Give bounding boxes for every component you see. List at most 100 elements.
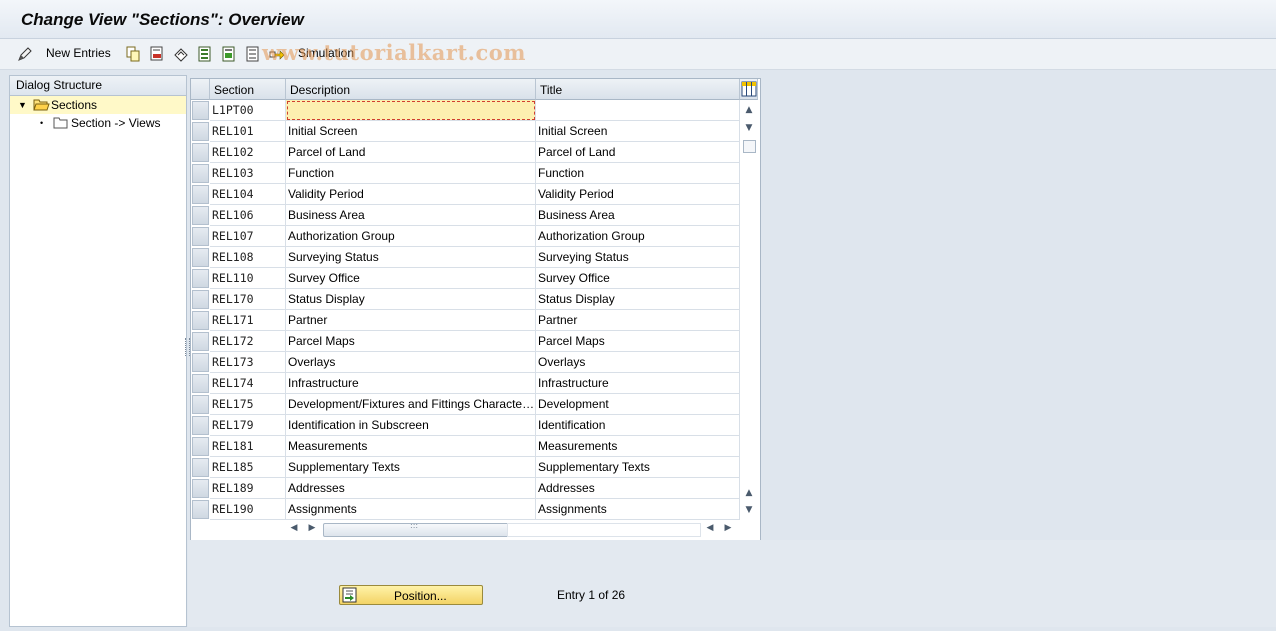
new-entries-button[interactable]: New Entries [46,46,111,60]
cell-description[interactable]: Assignments [286,499,536,520]
cell-title[interactable]: Surveying Status [536,247,740,268]
tree-bullet-icon: • [40,118,44,128]
table-row: REL106 Business Area Business Area [191,205,740,226]
row-selector[interactable] [192,290,209,309]
vertical-scrollbar[interactable]: ▲ ▼ ▲ ▼ [740,100,758,518]
table-settings-icon[interactable] [741,81,757,97]
cell-title[interactable]: Measurements [536,436,740,457]
scroll-page-down-icon[interactable]: ▼ [744,505,754,515]
horizontal-scroll-thumb[interactable]: ::: [323,521,509,537]
row-selector[interactable] [192,143,209,162]
cell-title[interactable]: Partner [536,310,740,331]
undo-icon[interactable] [173,46,189,62]
select-block-icon[interactable] [221,46,237,62]
row-selector[interactable] [192,500,209,519]
vertical-scroll-thumb[interactable] [743,140,756,153]
cell-description[interactable]: Status Display [286,289,536,310]
cell-title[interactable]: Business Area [536,205,740,226]
tree-item-section-views[interactable]: • Section -> Views [10,114,186,132]
cell-title[interactable]: Parcel Maps [536,331,740,352]
cell-section: REL171 [210,310,286,331]
cell-description[interactable]: Overlays [286,352,536,373]
cell-section: L1PT00 [210,100,286,121]
cell-description[interactable]: Infrastructure [286,373,536,394]
cell-title[interactable]: Authorization Group [536,226,740,247]
scroll-up-icon[interactable]: ▲ [744,105,754,115]
row-selector[interactable] [192,416,209,435]
row-selector[interactable] [192,479,209,498]
cell-description[interactable]: Development/Fixtures and Fittings Charac… [286,394,536,415]
cell-description[interactable]: Measurements [286,436,536,457]
cell-title[interactable] [536,100,740,121]
table-settings-header[interactable] [740,79,758,100]
cell-title[interactable]: Overlays [536,352,740,373]
cell-description[interactable]: Addresses [286,478,536,499]
cell-title[interactable]: Assignments [536,499,740,520]
cell-description[interactable]: Initial Screen [286,121,536,142]
row-selector[interactable] [192,437,209,456]
select-all-icon[interactable] [197,46,213,62]
scroll-right-icon[interactable]: ▶ [307,523,317,533]
select-all-rows-header[interactable] [191,79,210,100]
cell-section: REL172 [210,331,286,352]
row-selector[interactable] [192,164,209,183]
deselect-all-icon[interactable] [245,46,261,62]
row-selector[interactable] [192,185,209,204]
row-selector[interactable] [192,353,209,372]
cell-title[interactable]: Infrastructure [536,373,740,394]
cell-title[interactable]: Addresses [536,478,740,499]
cell-title[interactable]: Initial Screen [536,121,740,142]
scroll-left-icon[interactable]: ◀ [289,523,299,533]
cell-description[interactable]: Survey Office [286,268,536,289]
cell-section: REL104 [210,184,286,205]
cell-title[interactable]: Validity Period [536,184,740,205]
row-selector[interactable] [192,206,209,225]
cell-description[interactable]: Surveying Status [286,247,536,268]
cell-title[interactable]: Supplementary Texts [536,457,740,478]
cell-description[interactable]: Business Area [286,205,536,226]
row-selector[interactable] [192,374,209,393]
scroll-left-end-icon[interactable]: ◀ [705,523,715,533]
scroll-page-up-icon[interactable]: ▲ [744,488,754,498]
expand-triangle-icon[interactable]: ▼ [18,96,27,114]
table-row: REL185 Supplementary Texts Supplementary T… [191,457,740,478]
row-selector[interactable] [192,311,209,330]
row-selector[interactable] [192,227,209,246]
cell-title[interactable]: Status Display [536,289,740,310]
scroll-right-end-icon[interactable]: ▶ [723,523,733,533]
tree-item-sections[interactable]: ▼ Sections [10,96,186,114]
cell-description[interactable]: Function [286,163,536,184]
copy-icon[interactable] [125,46,141,62]
column-header-title[interactable]: Title [536,79,740,100]
cell-title[interactable]: Survey Office [536,268,740,289]
cell-description[interactable]: Authorization Group [286,226,536,247]
cell-description[interactable]: Identification in Subscreen [286,415,536,436]
horizontal-scrollbar[interactable]: ◀ ▶ ::: ◀ ▶ [287,520,737,537]
row-selector[interactable] [192,458,209,477]
edit-icon[interactable] [17,46,33,62]
cell-title[interactable]: Parcel of Land [536,142,740,163]
delete-icon[interactable] [149,46,165,62]
cell-title[interactable]: Development [536,394,740,415]
cell-section: REL106 [210,205,286,226]
row-selector[interactable] [192,269,209,288]
cell-description[interactable]: Partner [286,310,536,331]
column-header-section[interactable]: Section [210,79,286,100]
row-selector[interactable] [192,101,209,120]
cell-description[interactable]: Parcel Maps [286,331,536,352]
cell-title[interactable]: Identification [536,415,740,436]
cell-description[interactable] [286,100,536,121]
position-button[interactable]: Position... [339,585,483,605]
row-selector[interactable] [192,248,209,267]
cell-section: REL110 [210,268,286,289]
cell-description[interactable]: Parcel of Land [286,142,536,163]
scroll-down-icon[interactable]: ▼ [744,123,754,133]
column-header-description[interactable]: Description [286,79,536,100]
cell-title[interactable]: Function [536,163,740,184]
cell-description[interactable]: Validity Period [286,184,536,205]
row-selector[interactable] [192,122,209,141]
row-selector[interactable] [192,332,209,351]
row-selector[interactable] [192,395,209,414]
horizontal-scroll-track[interactable] [507,523,701,537]
cell-description[interactable]: Supplementary Texts [286,457,536,478]
